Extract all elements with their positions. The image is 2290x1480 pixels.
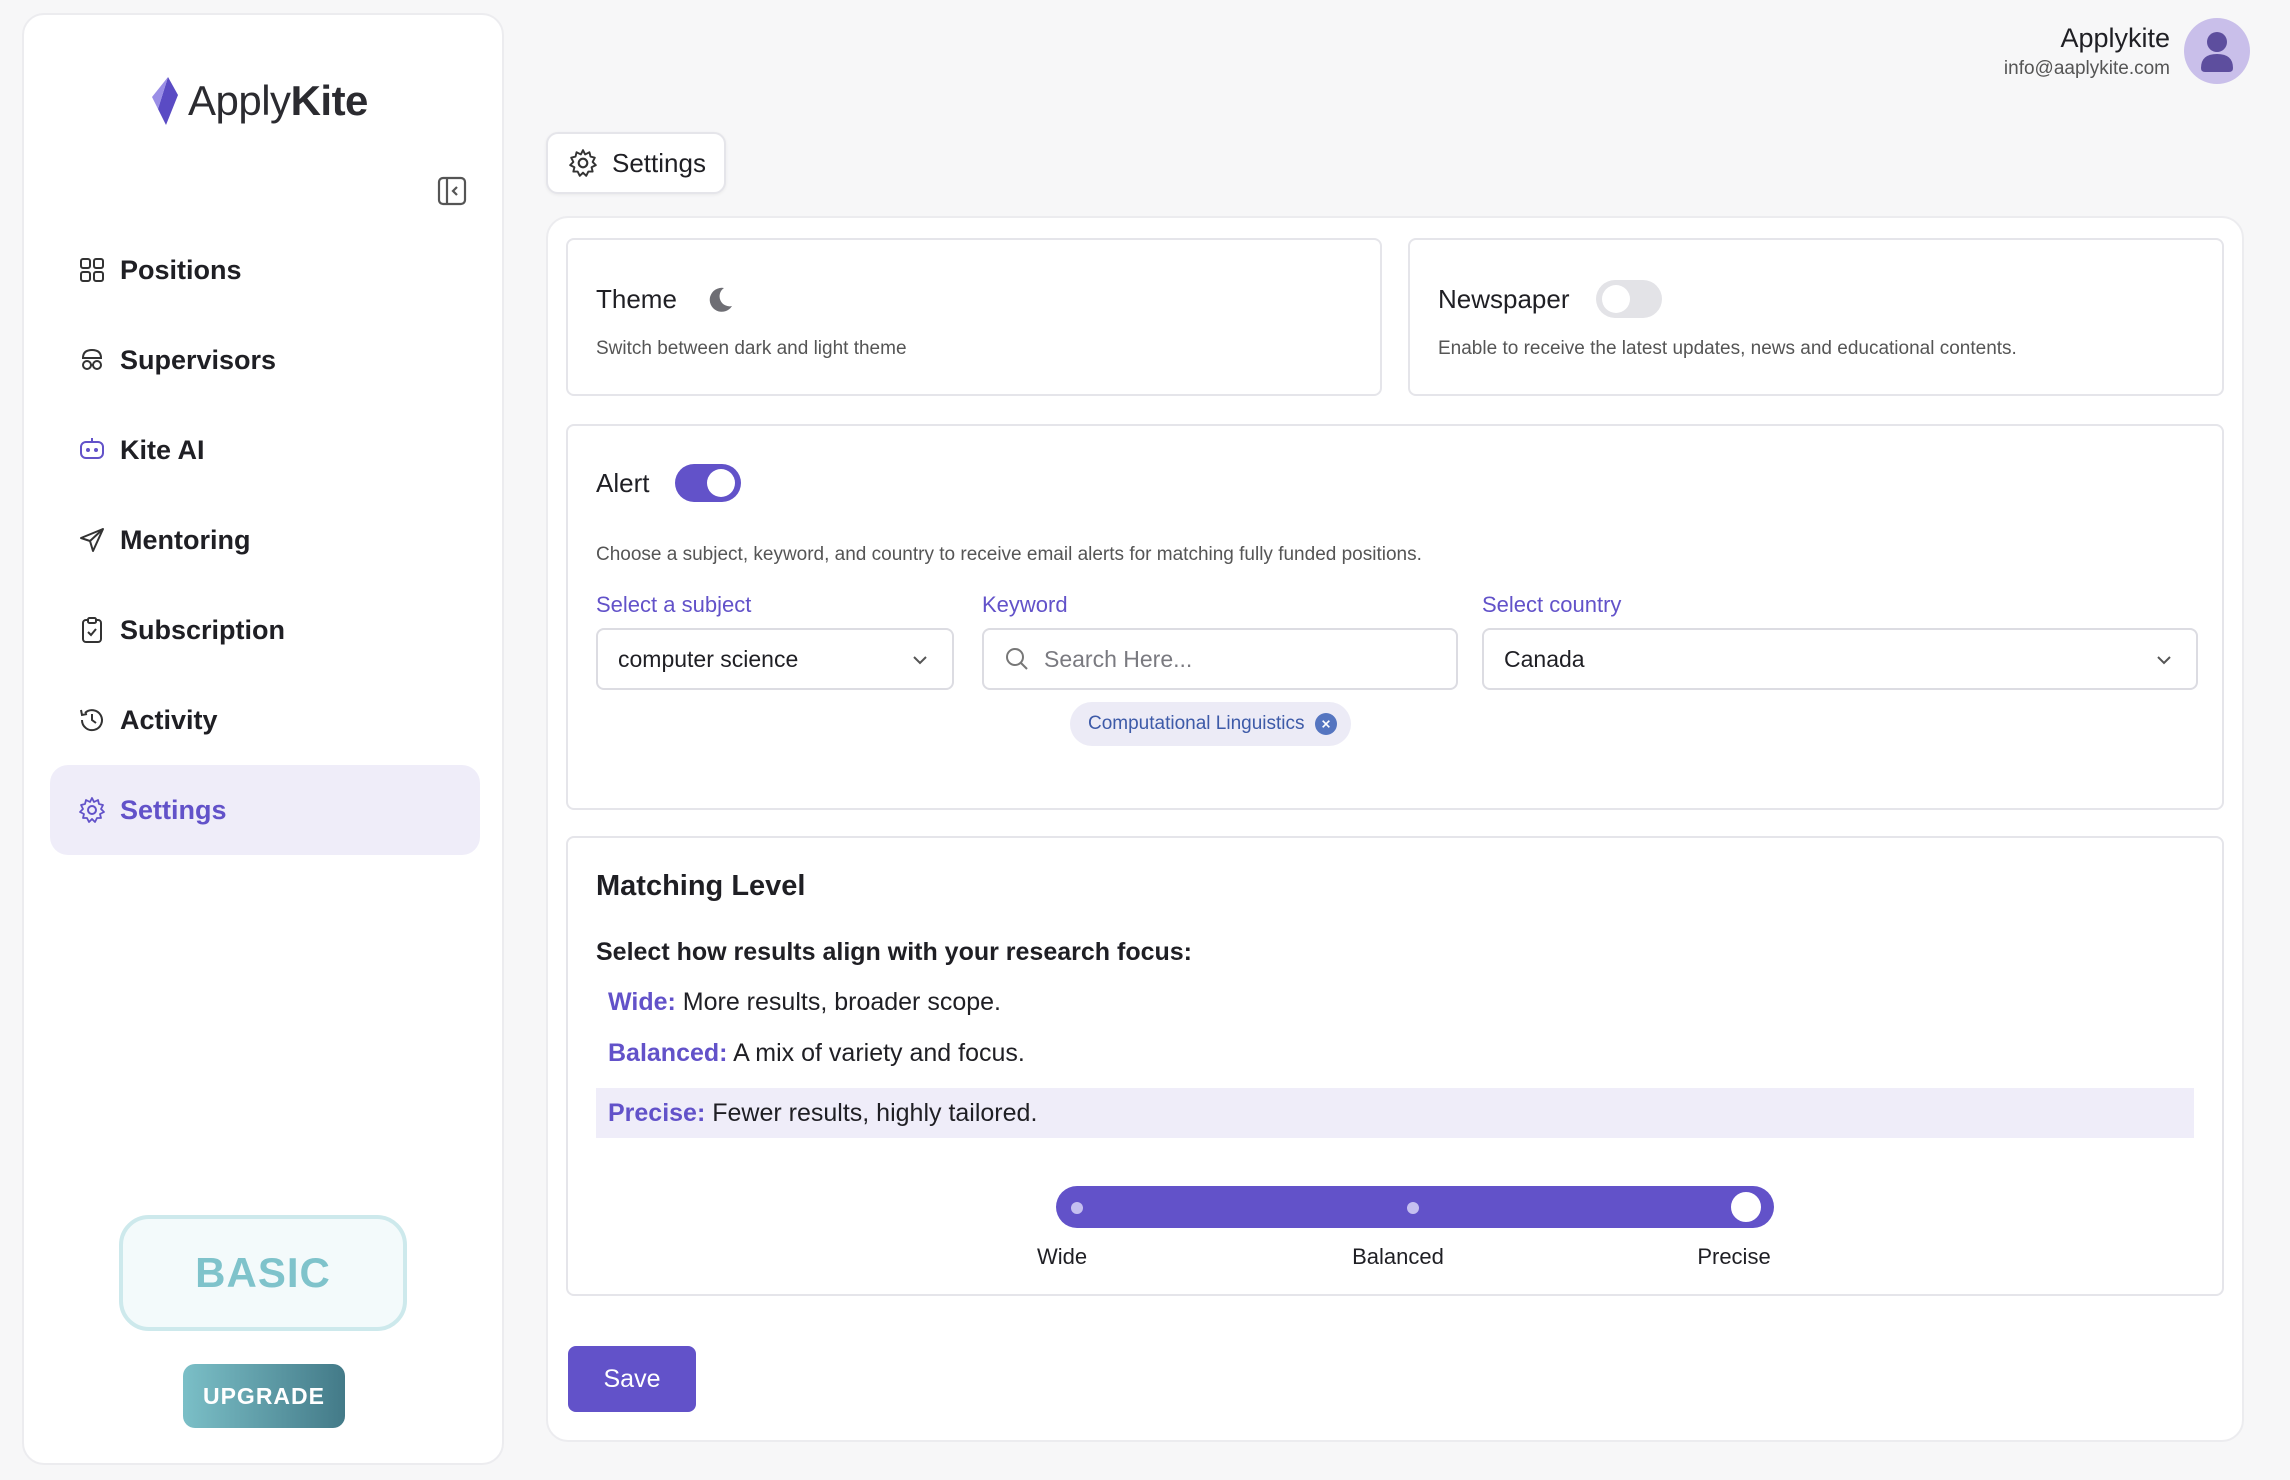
sidebar-item-supervisors[interactable]: Supervisors [50, 315, 480, 405]
newspaper-card: Newspaper Enable to receive the latest u… [1408, 238, 2224, 396]
history-icon [78, 706, 106, 734]
sidebar-nav: Positions Supervisors Kite AI Mentoring … [50, 225, 480, 855]
tab-settings-label: Settings [612, 147, 706, 178]
newspaper-title: Newspaper [1438, 283, 1570, 314]
sidebar-item-settings[interactable]: Settings [50, 765, 480, 855]
user-email: info@aaplykite.com [2003, 57, 2170, 79]
search-icon [1006, 648, 1028, 670]
sidebar: ApplyKite Positions Supervisors Kite AI … [22, 13, 504, 1465]
level-balanced-row[interactable]: Balanced: A mix of variety and focus. [596, 1039, 1025, 1068]
sidebar-item-positions[interactable]: Positions [50, 225, 480, 315]
chevron-down-icon [913, 656, 927, 665]
avatar[interactable] [2184, 18, 2250, 84]
theme-subtitle: Switch between dark and light theme [596, 338, 907, 359]
subject-label: Select a subject [596, 592, 752, 617]
user-menu[interactable]: Applykite info@aaplykite.com [2004, 18, 2250, 84]
sidebar-item-mentoring[interactable]: Mentoring [50, 495, 480, 585]
country-select[interactable]: Canada [1482, 628, 2198, 690]
upgrade-button[interactable]: UPGRADE [183, 1364, 345, 1428]
collapse-sidebar-icon[interactable] [436, 175, 468, 207]
user-name: Applykite [2060, 22, 2170, 53]
keyword-chip: Computational Linguistics [1070, 702, 1351, 746]
kite-logo-icon [152, 77, 178, 125]
country-value: Canada [1504, 645, 1585, 672]
sidebar-item-label: Kite AI [120, 434, 205, 465]
alert-title: Alert [596, 467, 650, 498]
sidebar-item-label: Subscription [120, 614, 286, 645]
slider-stop-balanced[interactable] [1407, 1202, 1419, 1214]
level-precise-row[interactable]: Precise: Fewer results, highly tailored. [596, 1088, 2194, 1138]
subject-value: computer science [618, 645, 799, 672]
theme-title: Theme [596, 284, 677, 314]
newspaper-toggle[interactable] [1595, 280, 1662, 318]
theme-card: Theme Switch between dark and light them… [566, 238, 1382, 396]
matching-title: Matching Level [596, 870, 806, 902]
save-button[interactable]: Save [568, 1346, 696, 1412]
gear-icon [568, 148, 598, 178]
keyword-chip-label: Computational Linguistics [1088, 713, 1305, 734]
sidebar-item-label: Supervisors [120, 344, 277, 375]
chevron-down-icon [2157, 656, 2171, 665]
newspaper-subtitle: Enable to receive the latest updates, ne… [1438, 338, 2017, 359]
matching-level-card: Matching Level Select how results align … [566, 836, 2224, 1296]
keyword-search-input[interactable]: Search Here... [982, 628, 1458, 690]
sidebar-item-label: Settings [120, 794, 227, 825]
subject-select[interactable]: computer science [596, 628, 954, 690]
brand-logo[interactable]: ApplyKite [148, 75, 368, 127]
sidebar-item-kite-ai[interactable]: Kite AI [50, 405, 480, 495]
alert-card: Alert Choose a subject, keyword, and cou… [566, 424, 2224, 810]
slider-stop-wide[interactable] [1071, 1202, 1083, 1214]
matching-prompt: Select how results align with your resea… [596, 938, 1192, 966]
gear-icon [78, 796, 106, 824]
clipboard-check-icon [78, 616, 106, 644]
slider-label-balanced: Balanced [1352, 1244, 1444, 1269]
sidebar-item-activity[interactable]: Activity [50, 675, 480, 765]
sidebar-item-label: Mentoring [120, 524, 251, 555]
grid-icon [78, 256, 106, 284]
supervisor-icon [78, 346, 106, 374]
keyword-label: Keyword [982, 592, 1068, 617]
tab-settings[interactable]: Settings [546, 132, 726, 194]
country-label: Select country [1482, 592, 1622, 617]
user-avatar-icon [2201, 32, 2233, 72]
plan-badge: BASIC [119, 1215, 407, 1331]
level-wide-row[interactable]: Wide: More results, broader scope. [596, 988, 1001, 1017]
send-icon [78, 526, 106, 554]
slider-thumb[interactable] [1728, 1189, 1764, 1225]
alert-description: Choose a subject, keyword, and country t… [596, 544, 1422, 565]
brand-name-bold: Kite [290, 77, 369, 124]
close-icon[interactable] [1314, 713, 1337, 735]
sidebar-item-label: Positions [120, 254, 242, 285]
robot-icon [78, 436, 106, 464]
settings-panel: Theme Switch between dark and light them… [546, 216, 2244, 1442]
brand-name-light: Apply [188, 77, 291, 124]
slider-label-precise: Precise [1697, 1244, 1771, 1269]
alert-toggle[interactable] [675, 464, 742, 502]
sidebar-item-subscription[interactable]: Subscription [50, 585, 480, 675]
matching-level-slider[interactable] [1056, 1186, 1774, 1228]
sidebar-item-label: Activity [120, 704, 218, 735]
moon-icon[interactable] [705, 285, 735, 315]
slider-label-wide: Wide [1036, 1244, 1088, 1269]
keyword-placeholder: Search Here... [1044, 645, 1193, 672]
